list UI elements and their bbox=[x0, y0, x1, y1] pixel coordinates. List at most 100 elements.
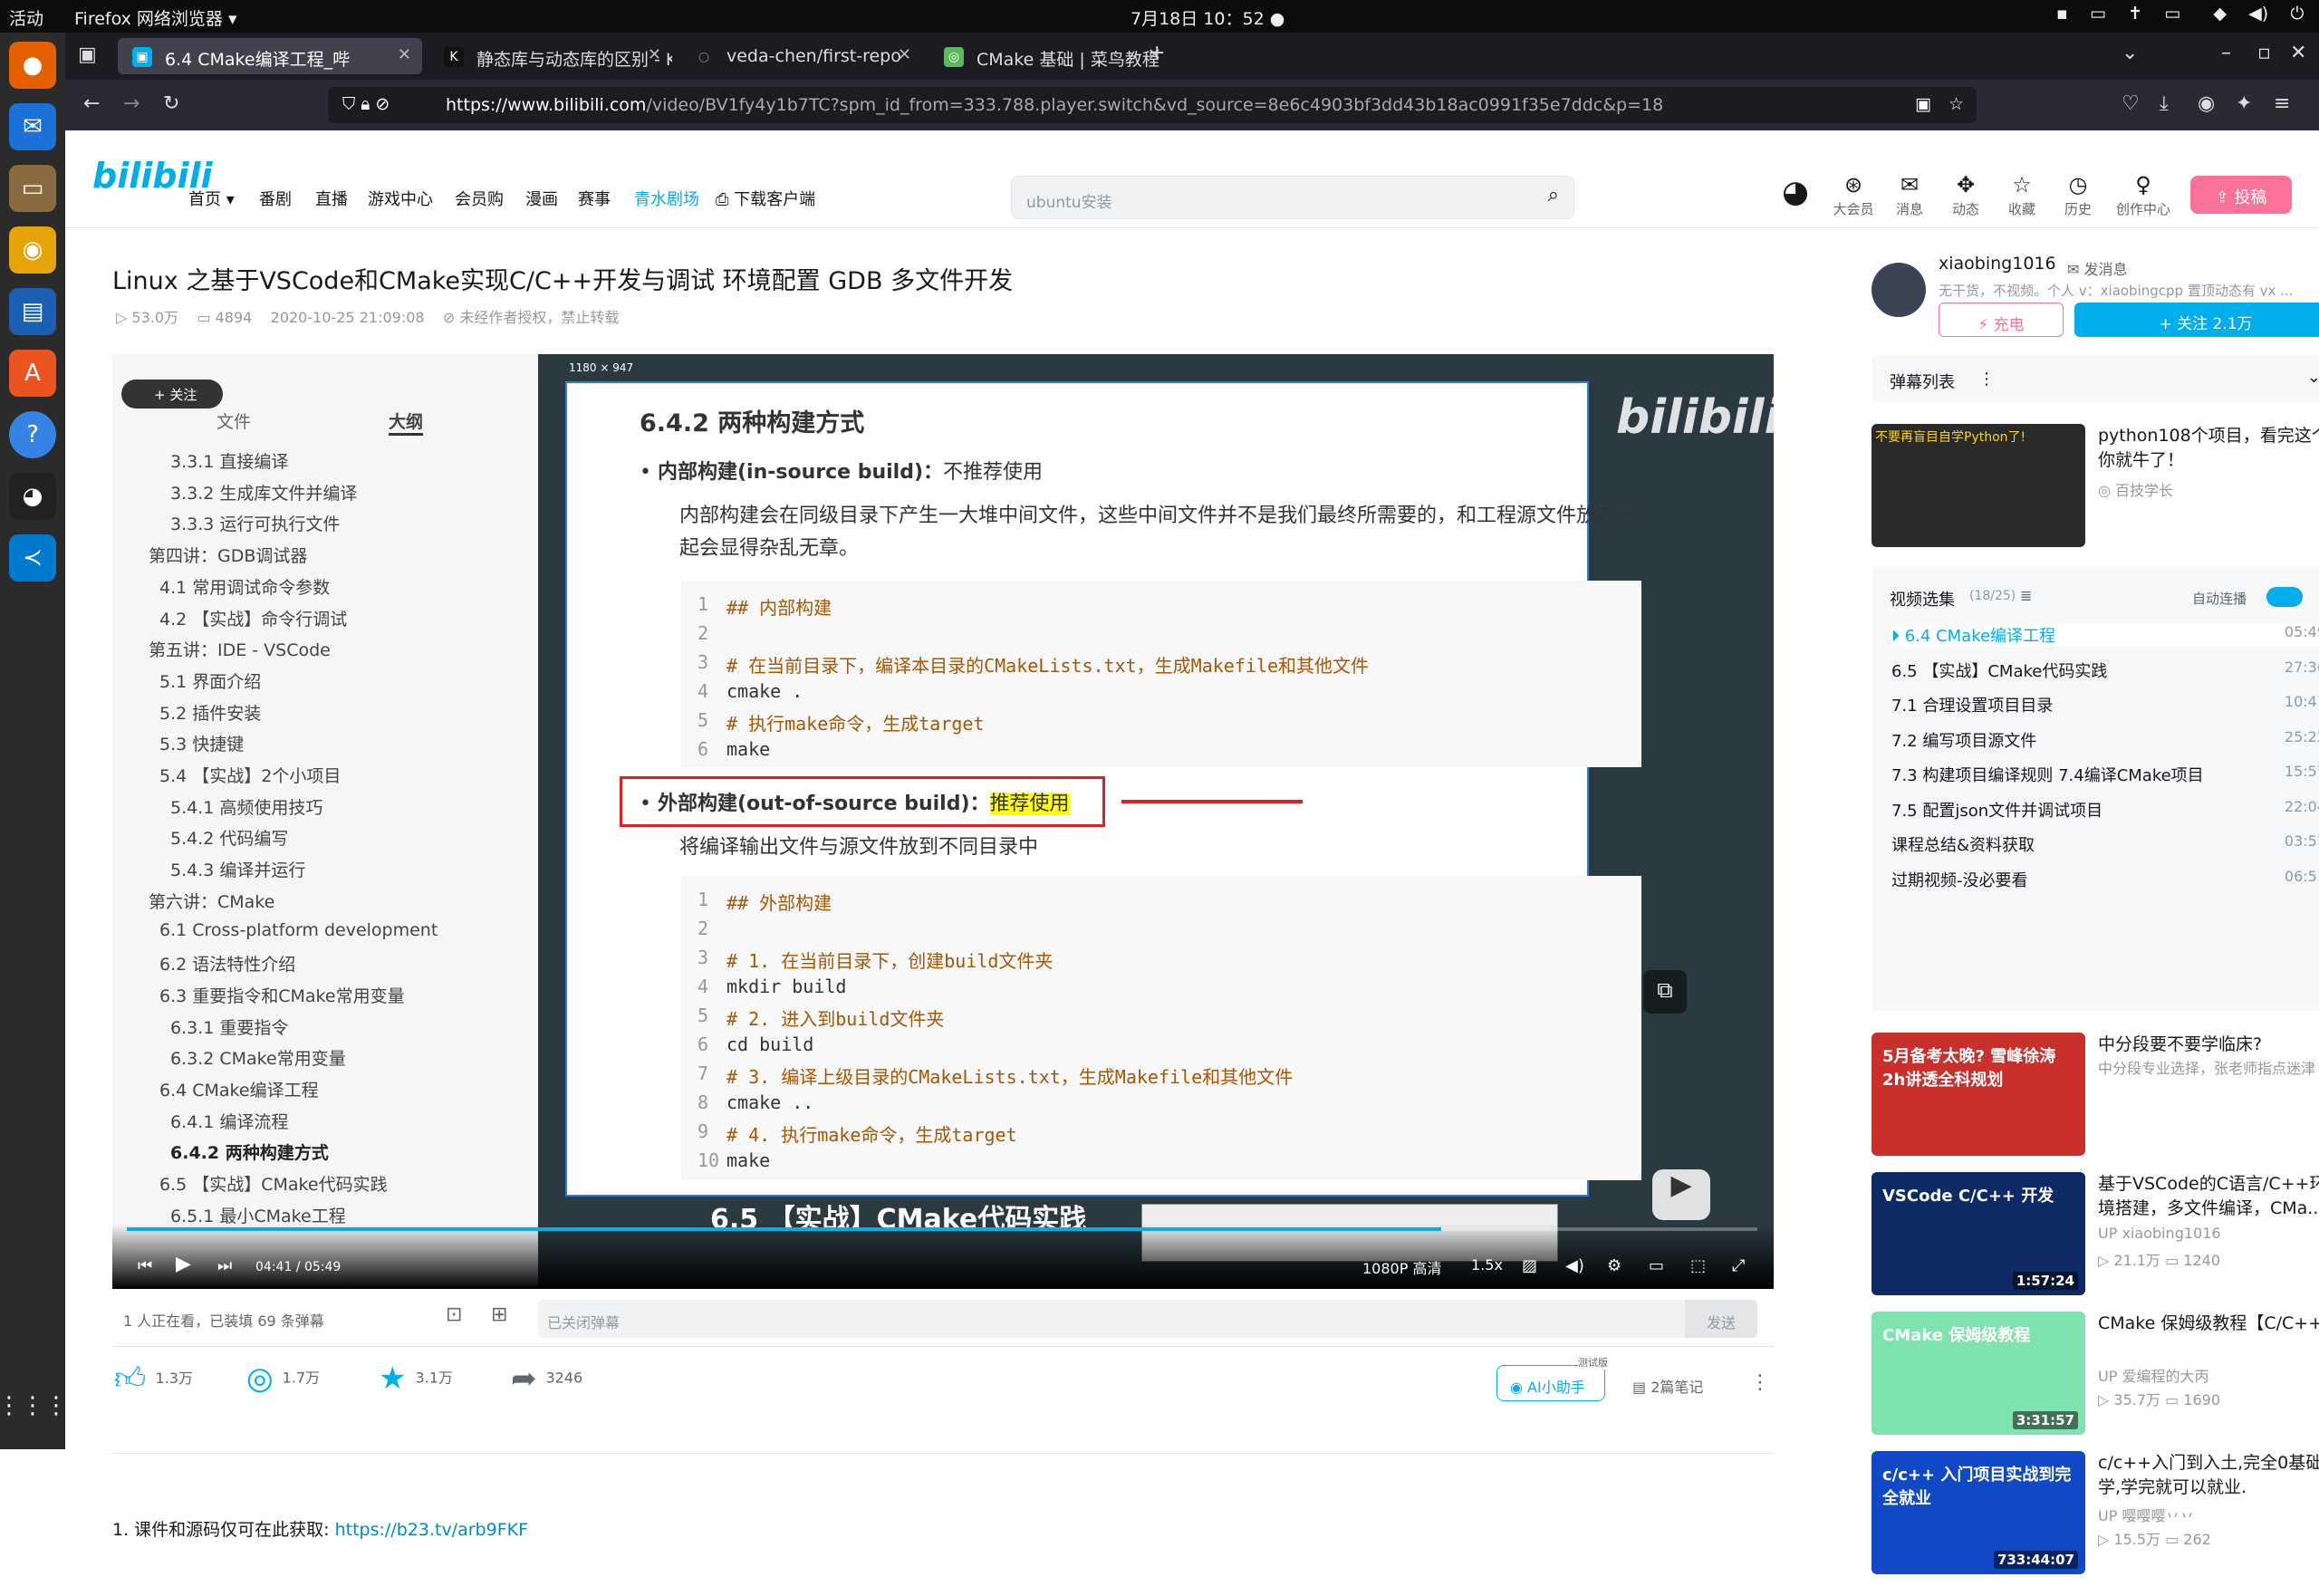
danmaku-toggle-icon[interactable]: ▨ bbox=[1522, 1256, 1537, 1275]
outline-item[interactable]: 6.4 CMake编译工程 bbox=[159, 1077, 319, 1101]
shield-icon[interactable]: ⛉ 🔒︎ ⊘ bbox=[342, 94, 390, 114]
widescreen-icon[interactable]: ▭ bbox=[1649, 1256, 1664, 1275]
recommend-card[interactable]: VSCode C/C++ 开发 1:57:24 基于VSCode的C语言/C++环境… bbox=[1872, 1172, 2319, 1317]
close-icon[interactable]: ✕ bbox=[648, 45, 661, 64]
search-icon[interactable]: ⌕ bbox=[1548, 184, 1559, 207]
nav-download-client[interactable]: ⎙ 下载客户端 bbox=[716, 187, 815, 210]
prev-icon[interactable]: ⏮ bbox=[138, 1256, 152, 1275]
app-menu[interactable]: Firefox 网络浏览器 ▾ bbox=[74, 5, 237, 30]
writer-icon[interactable]: ▤ bbox=[9, 288, 56, 335]
help-icon[interactable]: ? bbox=[9, 411, 56, 458]
ad-card[interactable]: 不要再盲目自学Python了! python108个项目，看完这个你就牛了！ ◎… bbox=[1872, 424, 2319, 569]
playlist-item[interactable]: 7.3 构建项目编译规则 7.4编译CMake项目 15:57 bbox=[1891, 763, 2319, 786]
quality-select[interactable]: 1080P 高清 bbox=[1362, 1256, 1441, 1278]
playlist-item[interactable]: 6.5 【实战】CMake代码实践 27:36 bbox=[1891, 659, 2319, 682]
progress-bar[interactable] bbox=[127, 1227, 1757, 1231]
outline-item[interactable]: 6.3.2 CMake常用变量 bbox=[170, 1045, 346, 1070]
menu-icon[interactable]: ≡ bbox=[2274, 92, 2290, 115]
thunderbird-icon[interactable]: ✉ bbox=[9, 103, 56, 150]
messages-button[interactable]: ✉ 消息 bbox=[1882, 172, 1937, 218]
upload-button[interactable]: ⇪ 投稿 bbox=[2190, 176, 2292, 214]
autoplay-toggle[interactable] bbox=[2266, 587, 2303, 607]
tab-bilibili[interactable]: ▣ 6.4 CMake编译工程_哔 ✕ bbox=[118, 38, 422, 74]
desc-link[interactable]: https://b23.tv/arb9FKF bbox=[335, 1520, 528, 1540]
outline-item[interactable]: 6.4.1 编译流程 bbox=[170, 1109, 288, 1133]
typora-tab-outline[interactable]: 大纲 bbox=[389, 409, 424, 436]
speed-select[interactable]: 1.5x bbox=[1471, 1256, 1503, 1274]
volume-icon[interactable]: ◀) bbox=[1565, 1256, 1584, 1275]
send-message-link[interactable]: ✉ 发消息 bbox=[2067, 257, 2128, 279]
firefox-icon[interactable]: ● bbox=[9, 42, 56, 89]
activities-button[interactable]: 活动 bbox=[9, 5, 43, 30]
pocket-icon[interactable]: ♡ bbox=[2122, 92, 2140, 115]
vip-button[interactable]: ⊛ 大会员 bbox=[1826, 172, 1881, 218]
new-tab-icon[interactable]: + bbox=[1149, 42, 1165, 64]
rhythmbox-icon[interactable]: ◉ bbox=[9, 226, 56, 274]
nav-home[interactable]: 首页 ▾ bbox=[188, 187, 235, 210]
playlist-item[interactable]: 过期视频-没必要看 06:51 bbox=[1891, 868, 2319, 891]
pip-icon[interactable]: ⧉ bbox=[1643, 970, 1687, 1014]
close-icon[interactable]: ✕ bbox=[898, 45, 911, 64]
vscode-icon[interactable]: ≺ bbox=[9, 534, 56, 582]
back-icon[interactable]: ← bbox=[83, 92, 100, 115]
nav-games[interactable]: 游戏中心 bbox=[368, 187, 433, 210]
minimize-icon[interactable]: – bbox=[2221, 42, 2231, 64]
outline-item[interactable]: 5.4 【实战】2个小项目 bbox=[159, 763, 341, 787]
outline-item[interactable]: 第六讲：CMake bbox=[149, 889, 274, 913]
nav-theater[interactable]: 青水剧场 bbox=[634, 187, 699, 210]
share-button[interactable]: ➦ 3246 bbox=[511, 1360, 582, 1397]
outline-item[interactable]: 5.3 快捷键 bbox=[159, 731, 244, 755]
danmaku-settings-icon[interactable]: ⊞ bbox=[491, 1303, 507, 1326]
danmaku-input[interactable]: 已关闭弹幕 发送 bbox=[538, 1300, 1757, 1338]
outline-item[interactable]: 第五讲：IDE - VSCode bbox=[149, 637, 331, 661]
charge-button[interactable]: ⚡ 充电 bbox=[1939, 303, 2064, 337]
outline-item[interactable]: 3.3.3 运行可执行文件 bbox=[170, 511, 340, 535]
next-icon[interactable]: ⏭ bbox=[217, 1256, 232, 1275]
reload-icon[interactable]: ↻ bbox=[163, 92, 179, 115]
extensions-icon[interactable]: ✦ bbox=[2236, 92, 2252, 115]
clock[interactable]: 7月18日 10：52 ● bbox=[1131, 5, 1285, 30]
fullscreen-icon[interactable]: ⤢ bbox=[1732, 1256, 1745, 1275]
url-field[interactable]: ⛉ 🔒︎ ⊘ https://www.bilibili.com/video/BV… bbox=[328, 87, 1977, 123]
tab-static-lib[interactable]: K 静态库与动态库的区别 - K ✕ bbox=[429, 38, 672, 74]
history-button[interactable]: ◷ 历史 bbox=[2051, 172, 2105, 218]
reader-view-icon[interactable]: ▣ bbox=[1915, 94, 1931, 114]
tab-overview-icon[interactable]: ▣ bbox=[78, 43, 97, 66]
coin-button[interactable]: ◎ 1.7万 bbox=[246, 1360, 320, 1397]
send-button[interactable]: 发送 bbox=[1685, 1300, 1757, 1338]
files-icon[interactable]: ▭ bbox=[9, 165, 56, 212]
playlist-item[interactable]: ⏵ 6.4 CMake编译工程 05:49 bbox=[1891, 623, 2319, 647]
bookmark-star-icon[interactable]: ☆ bbox=[1949, 94, 1964, 114]
creator-center-button[interactable]: ♀ 创作中心 bbox=[2107, 172, 2179, 218]
outline-item[interactable]: 3.3.1 直接编译 bbox=[170, 448, 288, 473]
uploader-name[interactable]: xiaobing1016 bbox=[1939, 254, 2056, 274]
follow-uploader-button[interactable]: + 关注 2.1万 bbox=[2074, 303, 2319, 337]
dynamics-button[interactable]: ✥ 动态 bbox=[1939, 172, 1993, 218]
outline-item[interactable]: 6.3.1 重要指令 bbox=[170, 1014, 288, 1039]
tab-runoob[interactable]: ◎ CMake 基础 | 菜鸟教程 ✕ bbox=[929, 38, 1172, 74]
outline-item[interactable]: 5.2 插件安装 bbox=[159, 700, 261, 725]
ai-assistant-button[interactable]: ◉ AI小助手 bbox=[1496, 1365, 1605, 1401]
playlist-item[interactable]: 7.5 配置json文件并调试项目 22:04 bbox=[1891, 798, 2319, 822]
list-icon[interactable]: ≣ bbox=[2020, 587, 2032, 604]
forward-icon[interactable]: → bbox=[123, 92, 140, 115]
outline-item[interactable]: 3.3.2 生成库文件并编译 bbox=[170, 480, 357, 505]
software-icon[interactable]: A bbox=[9, 350, 56, 397]
notes-button[interactable]: ▤ 2篇笔记 bbox=[1632, 1375, 1703, 1397]
outline-item[interactable]: 5.4.3 编译并运行 bbox=[170, 857, 305, 881]
outline-item[interactable]: 5.4.2 代码编写 bbox=[170, 825, 288, 850]
play-icon[interactable]: ▶ bbox=[176, 1253, 191, 1275]
webfullscreen-icon[interactable]: ⬚ bbox=[1690, 1256, 1706, 1275]
maximize-icon[interactable]: ▫ bbox=[2257, 42, 2271, 64]
avatar[interactable]: ◕ bbox=[1768, 174, 1823, 212]
outline-item[interactable]: 4.1 常用调试命令参数 bbox=[159, 574, 330, 599]
outline-item[interactable]: 4.2 【实战】命令行调试 bbox=[159, 606, 347, 630]
uploader-avatar[interactable] bbox=[1872, 263, 1926, 317]
window-close-icon[interactable]: ✕ bbox=[2290, 42, 2306, 64]
recommend-card[interactable]: 5月备考太晚? 雪峰徐涛 2h讲透全科规划 中分段要不要学临床? 中分段专业选择，张… bbox=[1872, 1033, 2319, 1178]
tv-play-icon[interactable]: ▶ bbox=[1652, 1169, 1710, 1220]
search-input[interactable]: ubuntu安装 ⌕ bbox=[1011, 176, 1574, 219]
qq-icon[interactable]: ◕ bbox=[9, 473, 56, 520]
nav-esports[interactable]: 赛事 bbox=[578, 187, 611, 210]
danmaku-list-panel[interactable]: 弹幕列表 ⋮ ⌄ bbox=[1872, 355, 2319, 402]
